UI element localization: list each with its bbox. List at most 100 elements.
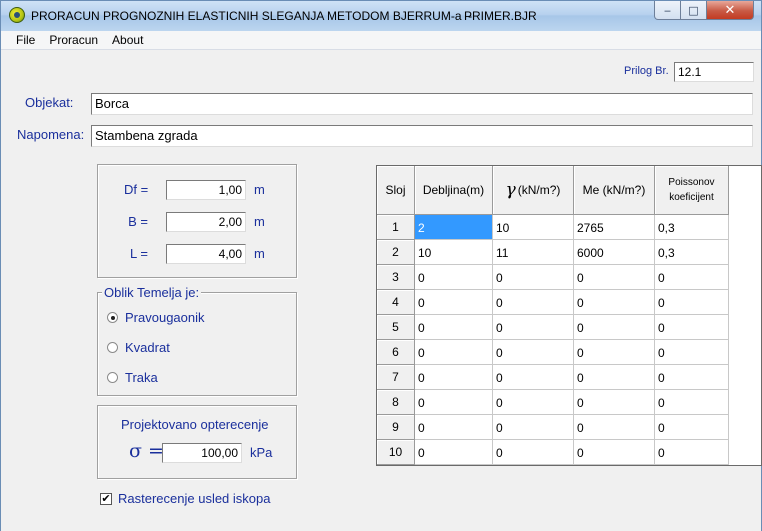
radio-kvadrat-label: Kvadrat [125,340,170,355]
grid-cell-me[interactable]: 0 [574,415,655,440]
df-unit: m [254,182,265,197]
grid-cell-gamma[interactable]: 10 [493,215,574,240]
header-debljina: Debljina(m) [415,166,493,215]
main-window: PRORACUN PROGNOZNIH ELASTICNIH SLEGANJA … [0,0,762,531]
grid-cell-gamma[interactable]: 0 [493,415,574,440]
row-header[interactable]: 9 [377,415,415,440]
grid-cell-poisson[interactable]: 0 [655,365,729,390]
grid-cell-gamma[interactable]: 0 [493,365,574,390]
window-title: PRORACUN PROGNOZNIH ELASTICNIH SLEGANJA … [31,9,473,23]
close-button[interactable]: ✕ [707,1,754,20]
row-header[interactable]: 7 [377,365,415,390]
window-file-name: PRIMER.BJR [464,9,537,23]
grid-cell-debljina[interactable]: 0 [415,290,493,315]
maximize-icon: □ [688,3,699,17]
grid-cell-debljina[interactable]: 0 [415,340,493,365]
grid-cell-poisson[interactable]: 0 [655,265,729,290]
radio-unselected-icon[interactable] [107,342,118,353]
l-field[interactable]: 4,00 [166,244,246,264]
grid-cell-me[interactable]: 0 [574,390,655,415]
minimize-button[interactable]: ‒ [654,1,681,20]
df-label: Df = [124,182,149,197]
menu-about[interactable]: About [105,31,150,49]
grid-cell-debljina[interactable]: 10 [415,240,493,265]
df-field[interactable]: 1,00 [166,180,246,200]
grid-cell-debljina[interactable]: 2 [415,215,493,240]
radio-traka[interactable]: Traka [107,370,158,385]
grid-cell-poisson[interactable]: 0,3 [655,240,729,265]
row-header[interactable]: 8 [377,390,415,415]
l-unit: m [254,246,265,261]
grid-cell-me[interactable]: 6000 [574,240,655,265]
row-header[interactable]: 2 [377,240,415,265]
soil-layers-grid[interactable]: Sloj Debljina(m) γ (kN/m?) Me (kN/m?) Poisson… [376,165,762,466]
grid-cell-poisson[interactable]: 0 [655,415,729,440]
grid-cell-me[interactable]: 2765 [574,215,655,240]
menu-file[interactable]: File [9,31,42,49]
grid-cell-me[interactable]: 0 [574,315,655,340]
grid-cell-me[interactable]: 0 [574,340,655,365]
gamma-symbol: γ [505,180,516,200]
objekat-label: Objekat: [25,95,74,110]
maximize-button[interactable]: □ [681,1,707,20]
grid-cell-debljina[interactable]: 0 [415,390,493,415]
grid-cell-gamma[interactable]: 0 [493,340,574,365]
grid-cell-poisson[interactable]: 0 [655,390,729,415]
menu-proracun[interactable]: Proracun [42,31,105,49]
radio-kvadrat[interactable]: Kvadrat [107,340,170,355]
b-field[interactable]: 2,00 [166,212,246,232]
radio-selected-icon[interactable] [107,312,118,323]
grid-cell-gamma[interactable]: 0 [493,315,574,340]
radio-unselected-icon[interactable] [107,372,118,383]
title-bar[interactable]: PRORACUN PROGNOZNIH ELASTICNIH SLEGANJA … [1,1,761,31]
menu-bar: File Proracun About [1,31,761,50]
grid-cell-gamma[interactable]: 0 [493,440,574,465]
load-unit: kPa [250,445,273,460]
grid-cell-poisson[interactable]: 0 [655,315,729,340]
row-header[interactable]: 1 [377,215,415,240]
grid-cell-debljina[interactable]: 0 [415,415,493,440]
grid-cell-gamma[interactable]: 0 [493,390,574,415]
grid-cell-poisson[interactable]: 0 [655,340,729,365]
grid-cell-me[interactable]: 0 [574,365,655,390]
load-field[interactable]: 100,00 [162,443,242,463]
grid-cell-debljina[interactable]: 0 [415,265,493,290]
grid-cell-debljina[interactable]: 0 [415,365,493,390]
grid-cell-debljina[interactable]: 0 [415,440,493,465]
grid-cell-me[interactable]: 0 [574,440,655,465]
grid-cell-gamma[interactable]: 0 [493,265,574,290]
grid-cell-debljina[interactable]: 0 [415,315,493,340]
window-controls: ‒ □ ✕ [654,1,754,21]
checkbox-checked-icon[interactable]: ✔ [100,492,112,505]
radio-pravougaonik[interactable]: Pravougaonik [107,310,205,325]
sigma-symbol: σ = [129,440,164,462]
napomena-field[interactable]: Stambena zgrada [91,125,753,147]
excavation-checkbox[interactable]: ✔ Rasterecenje usled iskopa [100,491,270,506]
minimize-icon: ‒ [664,3,671,17]
row-header[interactable]: 4 [377,290,415,315]
b-unit: m [254,214,265,229]
b-label: B = [128,214,148,229]
dimensions-group: Df = 1,00 m B = 2,00 m L = 4,00 m [97,164,297,278]
header-gamma: γ (kN/m?) [493,166,574,215]
row-header[interactable]: 5 [377,315,415,340]
app-icon[interactable] [9,7,25,23]
excavation-label: Rasterecenje usled iskopa [118,491,271,506]
grid-cell-poisson[interactable]: 0,3 [655,215,729,240]
l-label: L = [130,246,148,261]
row-header[interactable]: 6 [377,340,415,365]
foundation-shape-legend: Oblik Temelja je: [102,285,202,300]
grid-cell-poisson[interactable]: 0 [655,440,729,465]
row-header[interactable]: 3 [377,265,415,290]
header-me: Me (kN/m?) [574,166,655,215]
objekat-field[interactable]: Borca [91,93,753,115]
row-header[interactable]: 10 [377,440,415,465]
grid-cell-gamma[interactable]: 11 [493,240,574,265]
grid-cell-poisson[interactable]: 0 [655,290,729,315]
prilog-field[interactable]: 12.1 [674,62,754,82]
close-icon: ✕ [724,2,736,18]
grid-cell-me[interactable]: 0 [574,265,655,290]
radio-pravougaonik-label: Pravougaonik [125,310,205,325]
grid-cell-gamma[interactable]: 0 [493,290,574,315]
grid-cell-me[interactable]: 0 [574,290,655,315]
